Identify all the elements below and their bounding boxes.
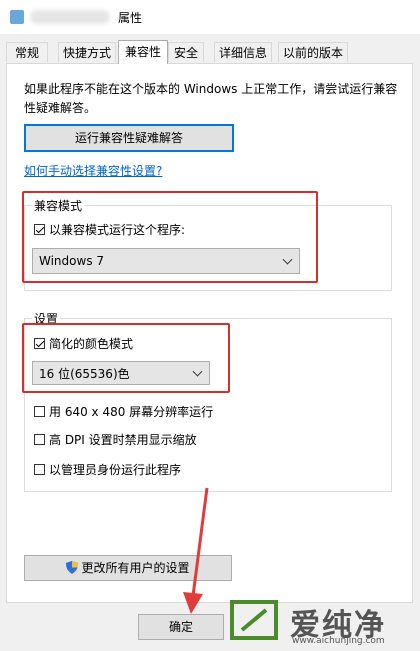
admin-checkbox[interactable]: 以管理员身份运行此程序 [34, 461, 181, 478]
color-mode-value: 16 位(65536)色 [39, 366, 130, 381]
watermark-logo [230, 600, 278, 640]
res640-checkbox[interactable]: 用 640 x 480 屏幕分辨率运行 [34, 403, 213, 420]
admin-label: 以管理员身份运行此程序 [49, 463, 182, 477]
intro-text: 如果此程序不能在这个版本的 Windows 上正常工作，请尝试运行兼容性疑难解答… [24, 82, 398, 115]
checkbox-unchecked-icon [34, 464, 45, 475]
window-title: 属性 [118, 11, 143, 25]
change-all-users-label: 更改所有用户的设置 [81, 561, 190, 575]
chevron-down-icon [282, 254, 293, 265]
tab-details[interactable]: 详细信息 [214, 42, 272, 62]
watermark-url: www.aichunjing.com [292, 636, 385, 646]
blurred-file-name [30, 10, 110, 24]
checkbox-checked-icon [34, 224, 45, 235]
compat-mode-label: 以兼容模式运行这个程序: [49, 223, 186, 237]
tab-previous-versions[interactable]: 以前的版本 [278, 42, 348, 62]
app-icon [10, 10, 24, 24]
tab-security[interactable]: 安全 [168, 42, 204, 62]
compat-mode-checkbox[interactable]: 以兼容模式运行这个程序: [34, 221, 185, 238]
uac-shield-icon [66, 561, 79, 574]
reduced-color-label: 简化的颜色模式 [49, 337, 134, 351]
title-bar: 属性 [0, 0, 420, 34]
dpi-label: 高 DPI 设置时禁用显示缩放 [49, 433, 197, 447]
tab-general[interactable]: 常规 [6, 42, 48, 62]
checkbox-unchecked-icon [34, 406, 45, 417]
tab-shortcut[interactable]: 快捷方式 [58, 42, 116, 62]
settings-legend: 设置 [32, 310, 61, 327]
os-version-select[interactable]: Windows 7 [32, 248, 300, 274]
change-all-users-button[interactable]: 更改所有用户的设置 [24, 555, 232, 581]
res640-label: 用 640 x 480 屏幕分辨率运行 [49, 405, 214, 419]
compat-mode-legend: 兼容模式 [32, 197, 85, 214]
ok-button[interactable]: 确定 [138, 614, 224, 640]
manual-settings-link[interactable]: 如何手动选择兼容性设置? [24, 162, 162, 179]
chevron-down-icon [192, 366, 203, 377]
color-mode-select[interactable]: 16 位(65536)色 [32, 361, 210, 385]
checkbox-checked-icon [34, 338, 45, 349]
reduced-color-checkbox[interactable]: 简化的颜色模式 [34, 335, 133, 352]
tab-compatibility[interactable]: 兼容性 [118, 40, 168, 64]
dpi-checkbox[interactable]: 高 DPI 设置时禁用显示缩放 [34, 431, 197, 448]
os-version-value: Windows 7 [39, 254, 105, 268]
troubleshoot-button[interactable]: 运行兼容性疑难解答 [24, 124, 234, 152]
checkbox-unchecked-icon [34, 434, 45, 445]
